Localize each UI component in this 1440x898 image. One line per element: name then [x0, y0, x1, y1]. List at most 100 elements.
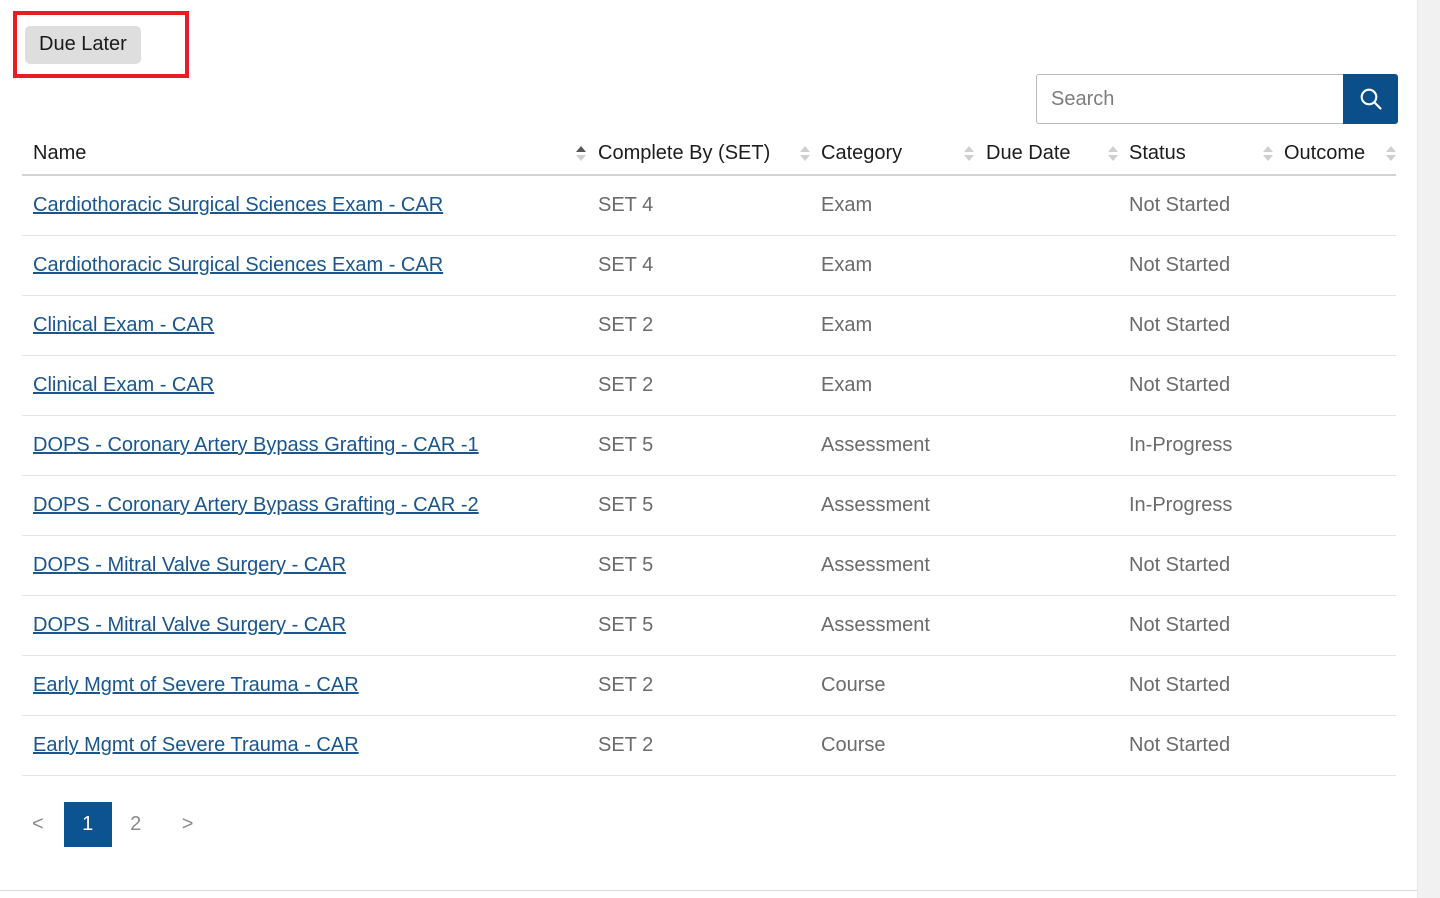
cell-name: Cardiothoracic Surgical Sciences Exam - … [22, 254, 586, 277]
sort-ascending-icon [1263, 145, 1273, 152]
cell-category: Assessment [821, 494, 930, 516]
sort-ascending-icon [1386, 145, 1396, 152]
cell-category: Course [821, 734, 886, 756]
pagination-page-2[interactable]: 2 [112, 802, 160, 847]
table-row: Cardiothoracic Surgical Sciences Exam - … [22, 176, 1396, 236]
table-row: Cardiothoracic Surgical Sciences Exam - … [22, 236, 1396, 296]
cell-complete-by: SET 5 [598, 614, 654, 636]
cell-name: Cardiothoracic Surgical Sciences Exam - … [22, 194, 586, 217]
cell-complete-by: SET 2 [598, 674, 654, 696]
table-row: DOPS - Mitral Valve Surgery - CAR SET 5 As… [22, 536, 1396, 596]
assessment-link[interactable]: Cardiothoracic Surgical Sciences Exam - … [33, 194, 443, 216]
column-header-due-date[interactable]: Due Date [974, 142, 1118, 165]
search-icon [1358, 86, 1384, 112]
cell-category: Assessment [821, 434, 930, 456]
table-row: DOPS - Coronary Artery Bypass Grafting -… [22, 416, 1396, 476]
cell-category: Course [821, 674, 886, 696]
assessment-link[interactable]: Cardiothoracic Surgical Sciences Exam - … [33, 254, 443, 276]
cell-status: Not Started [1129, 614, 1231, 636]
sort-ascending-icon [576, 145, 586, 152]
cell-category: Exam [821, 314, 873, 336]
cell-name: DOPS - Coronary Artery Bypass Grafting -… [22, 434, 586, 457]
page-scrollbar[interactable] [1417, 0, 1440, 898]
assessment-link[interactable]: Clinical Exam - CAR [33, 314, 214, 336]
cell-name: DOPS - Mitral Valve Surgery - CAR [22, 614, 586, 637]
sort-arrows-icon[interactable] [1253, 145, 1273, 161]
cell-complete-by: SET 2 [598, 374, 654, 396]
cell-complete-by: SET 5 [598, 494, 654, 516]
sort-arrows-icon[interactable] [566, 145, 586, 161]
column-header-category[interactable]: Category [810, 142, 974, 165]
search-button[interactable] [1343, 74, 1398, 124]
assessments-table: Name Complete By (SET) Category Due Date… [22, 132, 1396, 776]
cell-status: Not Started [1129, 674, 1231, 696]
assessment-link[interactable]: Clinical Exam - CAR [33, 374, 214, 396]
column-header-status[interactable]: Status [1118, 142, 1273, 165]
sort-arrows-icon[interactable] [954, 145, 974, 161]
cell-status: Not Started [1129, 554, 1231, 576]
sort-arrows-icon[interactable] [1098, 145, 1118, 161]
table-header-row: Name Complete By (SET) Category Due Date… [22, 132, 1396, 176]
table-row: Clinical Exam - CAR SET 2 Exam Not Started [22, 356, 1396, 416]
cell-name: Clinical Exam - CAR [22, 314, 586, 337]
assessment-link[interactable]: Early Mgmt of Severe Trauma - CAR [33, 734, 359, 756]
cell-name: Clinical Exam - CAR [22, 374, 586, 397]
pagination-next-button[interactable]: > [172, 802, 204, 847]
cell-complete-by: SET 2 [598, 734, 654, 756]
sort-descending-icon [576, 154, 586, 161]
sort-descending-icon [964, 154, 974, 161]
cell-complete-by: SET 2 [598, 314, 654, 336]
column-header-name[interactable]: Name [22, 142, 586, 165]
sort-ascending-icon [1108, 145, 1118, 152]
pagination-prev-button[interactable]: < [22, 802, 54, 847]
cell-status: In-Progress [1129, 494, 1233, 516]
sort-descending-icon [1386, 154, 1396, 161]
search-input[interactable] [1036, 74, 1343, 124]
due-later-page: Due Later Name Complete [0, 0, 1418, 898]
cell-complete-by: SET 4 [598, 194, 654, 216]
cell-name: Early Mgmt of Severe Trauma - CAR [22, 734, 586, 757]
assessment-link[interactable]: DOPS - Coronary Artery Bypass Grafting -… [33, 494, 479, 516]
cell-status: In-Progress [1129, 434, 1233, 456]
sort-descending-icon [1263, 154, 1273, 161]
table-row: Clinical Exam - CAR SET 2 Exam Not Started [22, 296, 1396, 356]
page-bottom-divider [0, 890, 1418, 891]
search-bar [1036, 74, 1398, 124]
sort-descending-icon [800, 154, 810, 161]
cell-name: DOPS - Mitral Valve Surgery - CAR [22, 554, 586, 577]
tab-due-later[interactable]: Due Later [25, 26, 141, 64]
pagination-page-1[interactable]: 1 [63, 802, 112, 847]
cell-status: Not Started [1129, 734, 1231, 756]
cell-category: Exam [821, 254, 873, 276]
cell-complete-by: SET 5 [598, 434, 654, 456]
cell-category: Assessment [821, 614, 930, 636]
cell-category: Assessment [821, 554, 930, 576]
sort-descending-icon [1108, 154, 1118, 161]
cell-status: Not Started [1129, 314, 1231, 336]
sort-ascending-icon [964, 145, 974, 152]
pagination: < 1 2 > [22, 802, 203, 847]
cell-status: Not Started [1129, 194, 1231, 216]
column-header-complete-by[interactable]: Complete By (SET) [586, 142, 810, 165]
cell-complete-by: SET 5 [598, 554, 654, 576]
cell-complete-by: SET 4 [598, 254, 654, 276]
table-row: Early Mgmt of Severe Trauma - CAR SET 2 Co… [22, 656, 1396, 716]
sort-arrows-icon[interactable] [1376, 145, 1396, 161]
table-row: DOPS - Coronary Artery Bypass Grafting -… [22, 476, 1396, 536]
table-body: Cardiothoracic Surgical Sciences Exam - … [22, 176, 1396, 776]
cell-status: Not Started [1129, 374, 1231, 396]
cell-category: Exam [821, 374, 873, 396]
cell-name: Early Mgmt of Severe Trauma - CAR [22, 674, 586, 697]
cell-status: Not Started [1129, 254, 1231, 276]
sort-arrows-icon[interactable] [790, 145, 810, 161]
table-row: DOPS - Mitral Valve Surgery - CAR SET 5 As… [22, 596, 1396, 656]
cell-category: Exam [821, 194, 873, 216]
assessment-link[interactable]: DOPS - Coronary Artery Bypass Grafting -… [33, 434, 479, 456]
assessment-link[interactable]: DOPS - Mitral Valve Surgery - CAR [33, 554, 346, 576]
table-row: Early Mgmt of Severe Trauma - CAR SET 2 Co… [22, 716, 1396, 776]
assessment-link[interactable]: Early Mgmt of Severe Trauma - CAR [33, 674, 359, 696]
assessment-link[interactable]: DOPS - Mitral Valve Surgery - CAR [33, 614, 346, 636]
sort-ascending-icon [800, 145, 810, 152]
cell-name: DOPS - Coronary Artery Bypass Grafting -… [22, 494, 586, 517]
column-header-outcome[interactable]: Outcome [1273, 142, 1396, 165]
